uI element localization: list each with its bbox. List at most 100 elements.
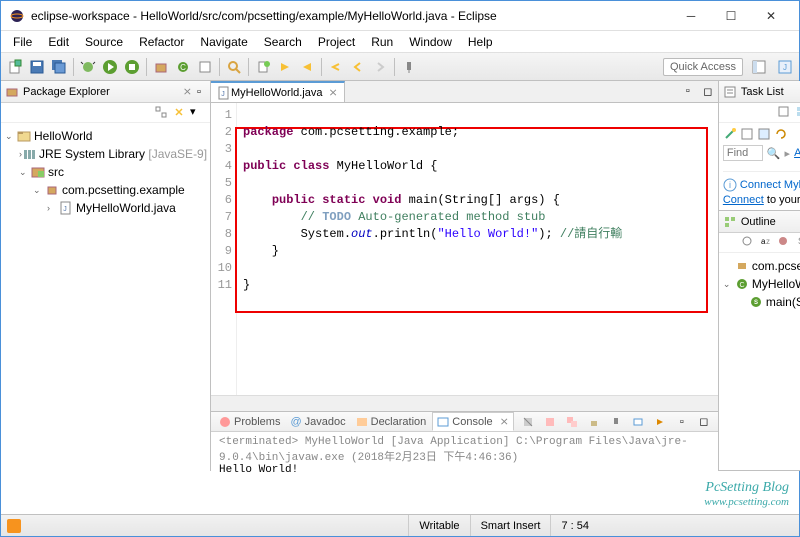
watermark: PcSetting Blog www.pcsetting.com — [704, 480, 789, 508]
rss-icon[interactable] — [7, 519, 21, 533]
search-small-icon[interactable]: 🔍 — [767, 147, 781, 160]
menu-bar: File Edit Source Refactor Navigate Searc… — [1, 31, 799, 53]
outline-package[interactable]: com.pcsetting.examp — [723, 257, 800, 275]
code-area[interactable]: package com.pcsetting.example; public cl… — [237, 103, 718, 395]
svg-text:J: J — [221, 91, 225, 98]
new-package-icon[interactable] — [151, 57, 171, 77]
bottom-tabs: Problems @Javadoc Declaration Console⨯ ▫… — [211, 412, 718, 432]
next-annotation-icon[interactable] — [275, 57, 295, 77]
java-perspective-icon[interactable]: J — [775, 57, 795, 77]
toggle-mark-icon[interactable] — [253, 57, 273, 77]
link-editor-icon[interactable] — [172, 105, 188, 121]
tab-javadoc[interactable]: @Javadoc — [286, 414, 349, 430]
console-remove-icon[interactable] — [540, 412, 560, 432]
svg-text:z: z — [766, 237, 770, 246]
console-pin-icon[interactable] — [606, 412, 626, 432]
tree-project[interactable]: ⌄HelloWorld — [5, 127, 206, 145]
minimize-button[interactable]: ─ — [671, 1, 711, 31]
menu-project[interactable]: Project — [310, 32, 363, 52]
javadoc-icon: @ — [290, 416, 301, 428]
last-edit-icon[interactable] — [326, 57, 346, 77]
hide-fields-icon[interactable] — [777, 235, 793, 251]
debug-icon[interactable] — [78, 57, 98, 77]
hide-static-icon[interactable]: S — [795, 235, 800, 251]
console-scroll-lock-icon[interactable] — [584, 412, 604, 432]
pin-icon[interactable] — [399, 57, 419, 77]
menu-edit[interactable]: Edit — [40, 32, 77, 52]
new-task-icon[interactable] — [777, 105, 793, 121]
collapse-all-icon[interactable] — [154, 105, 170, 121]
menu-refactor[interactable]: Refactor — [131, 32, 192, 52]
tree-jre[interactable]: ›JRE System Library [JavaSE-9] — [5, 145, 206, 163]
wand-icon[interactable] — [723, 127, 737, 141]
connect-mylyn-title: Connect Mylyn — [740, 179, 800, 191]
categorized-icon[interactable] — [795, 105, 800, 121]
java-file-icon: J — [59, 201, 73, 215]
tab-close-icon[interactable]: ⨯ — [183, 85, 192, 98]
tree-package[interactable]: ⌄com.pcsetting.example — [5, 181, 206, 199]
close-button[interactable]: ✕ — [751, 1, 791, 31]
editor-tab[interactable]: J MyHelloWorld.java ⨯ — [211, 81, 345, 102]
forward-icon[interactable] — [370, 57, 390, 77]
run-icon[interactable] — [100, 57, 120, 77]
info-icon: i — [723, 178, 737, 192]
new-icon[interactable] — [5, 57, 25, 77]
menu-search[interactable]: Search — [256, 32, 310, 52]
save-all-icon[interactable] — [49, 57, 69, 77]
collapse-icon[interactable] — [740, 127, 754, 141]
tab-declaration[interactable]: Declaration — [352, 414, 431, 430]
view-dropdown-icon[interactable]: ▾ — [190, 105, 206, 121]
tree-java-file[interactable]: ›JMyHelloWorld.java — [5, 199, 206, 217]
menu-source[interactable]: Source — [77, 32, 131, 52]
open-type-icon[interactable] — [195, 57, 215, 77]
menu-file[interactable]: File — [5, 32, 40, 52]
bottom-panel: Problems @Javadoc Declaration Console⨯ ▫… — [211, 411, 718, 471]
view-min-icon[interactable]: ▫ — [672, 412, 692, 432]
console-open-icon[interactable] — [650, 412, 670, 432]
sort-icon[interactable]: az — [759, 235, 775, 251]
tab-close-icon[interactable]: ⨯ — [329, 86, 338, 99]
menu-help[interactable]: Help — [460, 32, 501, 52]
tree-src[interactable]: ⌄src — [5, 163, 206, 181]
horizontal-scrollbar[interactable] — [211, 395, 718, 411]
method-icon: S — [749, 295, 763, 309]
console-clear-icon[interactable] — [518, 412, 538, 432]
save-icon[interactable] — [27, 57, 47, 77]
menu-window[interactable]: Window — [401, 32, 460, 52]
connect-link[interactable]: Connect — [723, 194, 764, 206]
maximize-button[interactable]: ☐ — [711, 1, 751, 31]
editor-min-icon[interactable]: ▫ — [678, 81, 698, 101]
outline-icon — [723, 215, 737, 229]
focus-outline-icon[interactable] — [741, 235, 757, 251]
view-max-icon[interactable]: ◻ — [694, 412, 714, 432]
open-perspective-icon[interactable] — [749, 57, 769, 77]
package-tree[interactable]: ⌄HelloWorld ›JRE System Library [JavaSE-… — [1, 123, 210, 471]
tab-console[interactable]: Console⨯ — [432, 412, 514, 431]
package-explorer-toolbar: ▾ — [1, 103, 210, 123]
tab-problems[interactable]: Problems — [215, 414, 284, 430]
svg-text:J: J — [63, 206, 67, 213]
find-input[interactable] — [723, 145, 763, 161]
quick-access[interactable]: Quick Access — [663, 58, 743, 76]
console-remove-all-icon[interactable] — [562, 412, 582, 432]
sync-icon[interactable] — [774, 127, 788, 141]
search-icon[interactable] — [224, 57, 244, 77]
editor-max-icon[interactable]: ◻ — [698, 81, 718, 101]
console-icon — [437, 416, 449, 428]
prev-annotation-icon[interactable] — [297, 57, 317, 77]
all-link[interactable]: All — [794, 147, 800, 159]
outline-method[interactable]: Smain(String[]) : vo — [723, 293, 800, 311]
outline-tree[interactable]: com.pcsetting.examp ⌄CMyHelloWorld Smain… — [719, 253, 800, 315]
console-body[interactable]: <terminated> MyHelloWorld [Java Applicat… — [211, 432, 718, 480]
coverage-icon[interactable] — [122, 57, 142, 77]
package-icon — [45, 183, 59, 197]
menu-run[interactable]: Run — [363, 32, 401, 52]
view-menu-icon[interactable]: ▫ — [192, 86, 206, 98]
editor-area[interactable]: 1234567891011 package com.pcsetting.exam… — [211, 103, 718, 395]
menu-navigate[interactable]: Navigate — [192, 32, 255, 52]
back-icon[interactable] — [348, 57, 368, 77]
console-display-icon[interactable] — [628, 412, 648, 432]
expand-icon[interactable] — [757, 127, 771, 141]
outline-class[interactable]: ⌄CMyHelloWorld — [723, 275, 800, 293]
new-class-icon[interactable]: C — [173, 57, 193, 77]
